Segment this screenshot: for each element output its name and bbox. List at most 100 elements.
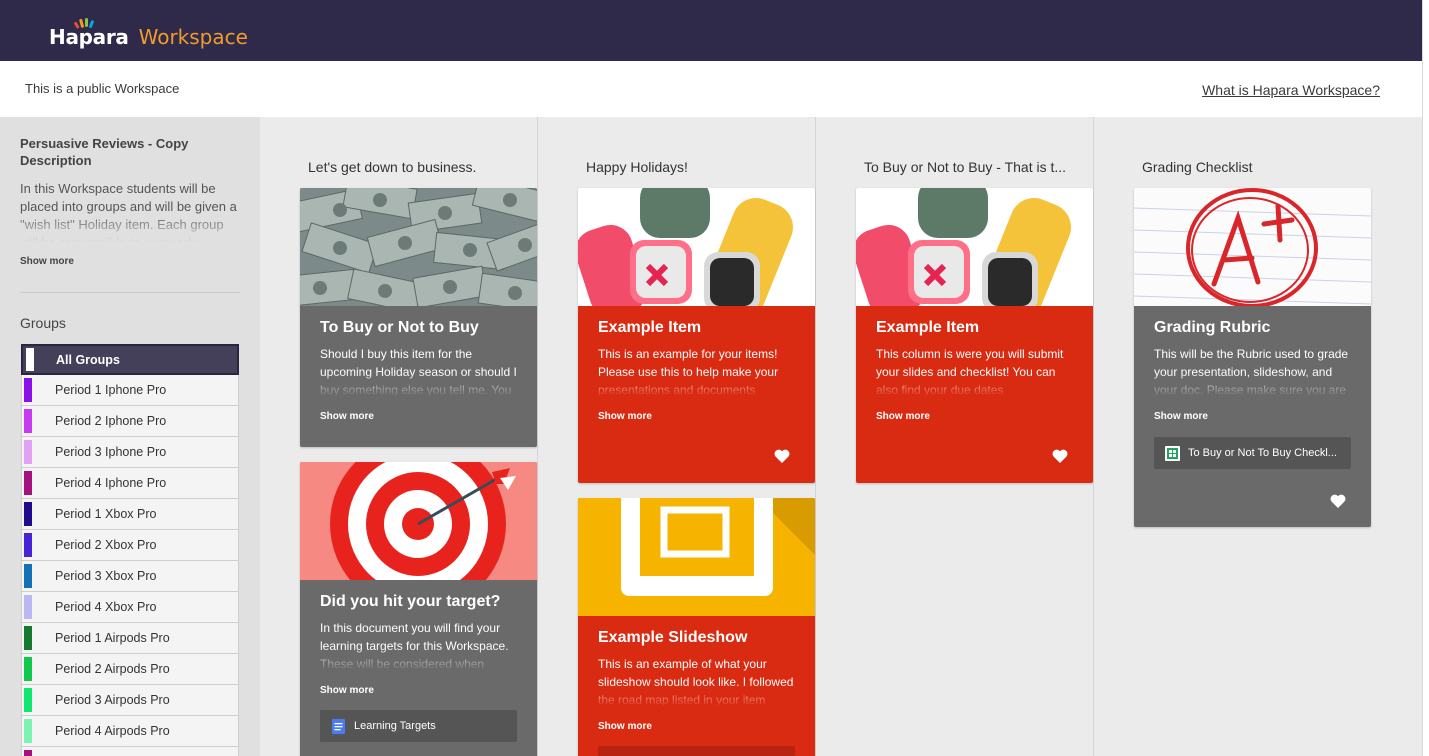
card-image-target <box>300 462 537 580</box>
group-label: Period 2 Airpods Pro <box>55 662 170 676</box>
heart-icon[interactable] <box>1330 494 1346 508</box>
product-name: Workspace <box>138 25 248 49</box>
group-item[interactable]: Period 1 Iphone Pro <box>21 375 239 406</box>
group-color-swatch <box>24 502 32 526</box>
workspace-description: In this Workspace students will be place… <box>20 180 242 242</box>
heart-icon[interactable] <box>774 449 790 463</box>
card-show-more[interactable]: Show more <box>320 411 374 422</box>
public-notice: This is a public Workspace <box>25 81 180 96</box>
group-color-swatch <box>24 657 32 681</box>
group-item[interactable]: Period 3 Xbox Pro <box>21 561 239 592</box>
workspace-info-bar: This is a public Workspace What is Hapar… <box>0 61 1422 117</box>
card-show-more[interactable]: Show more <box>320 685 374 696</box>
group-label: Period 4 Xbox Pro <box>55 600 157 614</box>
group-item[interactable]: Period 4 Xbox Pro <box>21 592 239 623</box>
column-title: Grading Checklist <box>1142 159 1253 175</box>
group-item[interactable]: Period 2 Airpods Pro <box>21 654 239 685</box>
group-color-swatch <box>24 471 32 495</box>
attachment-slideshow[interactable] <box>598 746 795 756</box>
group-item-all-groups[interactable]: All Groups <box>21 344 239 375</box>
group-color-swatch <box>24 564 32 588</box>
google-sheets-icon <box>1165 445 1180 461</box>
group-color-swatch <box>24 409 32 433</box>
group-color-swatch <box>24 595 32 619</box>
group-label: Period 2 Iphone Pro <box>55 414 167 428</box>
card-title: Grading Rubric <box>1154 319 1271 336</box>
heart-icon[interactable] <box>1052 449 1068 463</box>
card-show-more[interactable]: Show more <box>1154 411 1208 422</box>
group-label: Period 3 Iphone Pro <box>55 445 167 459</box>
attachment-label: Learning Targets <box>354 720 436 732</box>
group-color-swatch <box>24 626 32 650</box>
group-item[interactable]: Period 3 Airpods Pro <box>21 685 239 716</box>
card-description: This column is were you will submit your… <box>876 345 1076 397</box>
group-item[interactable]: Period 2 Iphone Pro <box>21 406 239 437</box>
attachment-label: To Buy or Not To Buy Checkl... <box>1188 447 1337 459</box>
group-item[interactable]: Period 1 Xbox Pro <box>21 499 239 530</box>
group-color-swatch <box>26 348 34 371</box>
card-show-more[interactable]: Show more <box>598 721 652 732</box>
card-example-slideshow[interactable]: Example Slideshow This is an example of … <box>578 498 815 756</box>
hapara-logo-mark-icon <box>74 18 94 29</box>
money-image <box>300 188 537 306</box>
card-title: Example Item <box>598 319 702 336</box>
column-4: Grading Checklist Grading Rubric This wi… <box>1094 117 1422 756</box>
card-image-watches <box>856 188 1093 306</box>
card-image-watches <box>578 188 815 306</box>
group-item[interactable]: Period 2 Xbox Pro <box>21 530 239 561</box>
group-label: Period 1 Xbox Pro <box>55 507 157 521</box>
card-to-buy-or-not[interactable]: To Buy or Not to Buy Should I buy this i… <box>300 188 537 447</box>
group-item[interactable]: Period 3 Iphone Pro <box>21 437 239 468</box>
group-item[interactable]: Period 4 Airpods Pro <box>21 716 239 747</box>
what-is-workspace-link[interactable]: What is Hapara Workspace? <box>1202 82 1380 98</box>
card-title: Example Slideshow <box>598 629 748 646</box>
group-label: Period 1 Iphone Pro <box>55 383 167 397</box>
group-label: Period 3 Airpods Pro <box>55 693 170 707</box>
card-image-slides <box>578 498 815 616</box>
group-color-swatch <box>24 719 32 743</box>
sidebar-divider <box>20 292 240 293</box>
card-image-money <box>300 188 537 306</box>
google-docs-icon <box>332 718 345 734</box>
description-heading: Description <box>20 153 92 168</box>
attachment-learning-targets[interactable]: Learning Targets <box>320 710 517 742</box>
card-description: In this document you will find your lear… <box>320 619 520 671</box>
a-plus-image <box>1134 188 1371 306</box>
group-item[interactable]: Period 4 Iphone Pro <box>21 468 239 499</box>
hapara-logo[interactable]: Hapara Workspace <box>49 14 248 50</box>
card-description: This will be the Rubric used to grade yo… <box>1154 345 1354 397</box>
app-header: Hapara Workspace <box>0 0 1422 61</box>
sidebar: Persuasive Reviews - Copy Description In… <box>0 117 260 756</box>
group-label: Period 1 Airpods Pro <box>55 631 170 645</box>
card-grading-rubric[interactable]: Grading Rubric This will be the Rubric u… <box>1134 188 1371 527</box>
card-example-item[interactable]: Example Item This is an example for your… <box>578 188 815 483</box>
group-list: All Groups Period 1 Iphone Pro Period 2 … <box>21 344 239 756</box>
column-2: Happy Holidays! Example Item This is an … <box>538 117 816 756</box>
column-title: To Buy or Not to Buy - That is t... <box>864 159 1067 175</box>
attachment-checklist[interactable]: To Buy or Not To Buy Checkl... <box>1154 437 1351 469</box>
group-label: Period 3 Xbox Pro <box>55 569 157 583</box>
group-label: Period 4 Airpods Pro <box>55 724 170 738</box>
groups-heading: Groups <box>20 315 66 331</box>
google-slides-image <box>578 498 815 616</box>
card-image-grade <box>1134 188 1371 306</box>
group-item[interactable] <box>21 747 239 756</box>
card-description: Should I buy this item for the upcoming … <box>320 345 520 397</box>
group-color-swatch <box>24 378 32 402</box>
card-example-item-submit[interactable]: Example Item This column is were you wil… <box>856 188 1093 483</box>
card-show-more[interactable]: Show more <box>876 411 930 422</box>
group-color-swatch <box>24 750 32 756</box>
group-item[interactable]: Period 1 Airpods Pro <box>21 623 239 654</box>
card-description: This is an example of what your slidesho… <box>598 655 798 707</box>
card-show-more[interactable]: Show more <box>598 411 652 422</box>
column-1: Let's get down to business. To Buy or No… <box>260 117 538 756</box>
watch-bands-image <box>856 188 1093 306</box>
card-did-you-hit-target[interactable]: Did you hit your target? In this documen… <box>300 462 537 756</box>
card-title: Example Item <box>876 319 980 336</box>
column-3: To Buy or Not to Buy - That is t... Exam… <box>816 117 1094 756</box>
group-color-swatch <box>24 440 32 464</box>
card-title: Did you hit your target? <box>320 593 501 610</box>
target-image <box>300 462 537 580</box>
workspace-title-block: Persuasive Reviews - Copy Description <box>20 135 240 169</box>
description-show-more[interactable]: Show more <box>20 256 74 267</box>
